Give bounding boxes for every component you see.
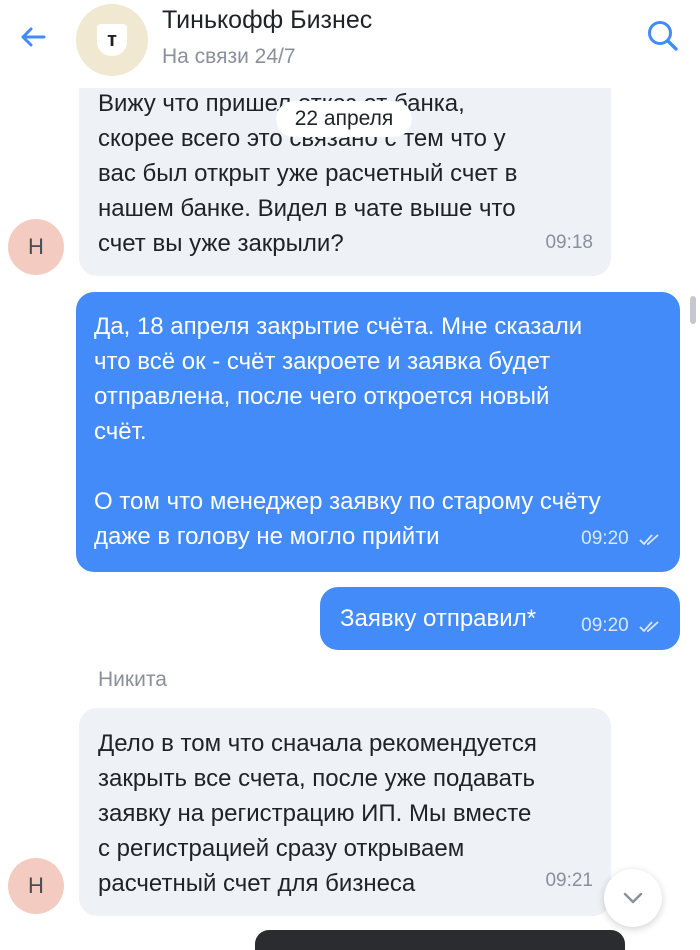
- message-time: 09:21: [545, 870, 593, 891]
- message-text-line: нашем банке. Видел в чате выше что: [98, 195, 516, 222]
- partial-message-bubble: [255, 930, 625, 950]
- double-check-icon: [639, 621, 659, 633]
- message-text-line: Да, 18 апреля закрытие счёта. Мне сказал…: [94, 313, 583, 340]
- message-bubble-outgoing[interactable]: Да, 18 апреля закрытие счёта. Мне сказал…: [76, 292, 680, 572]
- message-time-with-status: 09:20: [581, 608, 662, 643]
- chat-status: На связи 24/7: [162, 45, 296, 68]
- logo-letter: т: [107, 28, 117, 51]
- message-text-line: что всё ок - счёт закроете и заявка буде…: [94, 348, 551, 375]
- arrow-left-icon: [21, 27, 46, 47]
- message-bubble-incoming[interactable]: Дело в том что сначала рекомендуется зак…: [79, 708, 611, 916]
- search-button[interactable]: [645, 18, 681, 54]
- sender-name: Никита: [98, 668, 167, 691]
- bank-logo-icon: т: [97, 24, 127, 56]
- search-icon: [648, 21, 678, 51]
- message-text-line: счёт.: [94, 418, 147, 445]
- message-text-line: с регистрацией сразу открываем: [98, 835, 465, 862]
- message-text-line: [94, 449, 662, 484]
- message-text-line: О том что менеджер заявку по старому счё…: [94, 488, 601, 515]
- message-text-line: заявку на регистрацию ИП. Мы вместе: [98, 800, 532, 827]
- message-text-line: счет вы уже закрыли?: [98, 230, 344, 257]
- message-time: 09:18: [545, 232, 593, 253]
- scrollbar-thumb[interactable]: [690, 296, 696, 324]
- back-button[interactable]: [16, 20, 50, 54]
- message-text-line: отправлена, после чего откроется новый: [94, 383, 550, 410]
- message-time: 09:20: [581, 528, 629, 549]
- message-bubble-outgoing[interactable]: Заявку отправил* 09:20: [320, 587, 680, 650]
- double-check-icon: [639, 534, 659, 546]
- avatar[interactable]: Н: [8, 858, 64, 914]
- avatar[interactable]: Н: [8, 219, 64, 275]
- chevron-down-icon: [623, 892, 643, 904]
- chat-header: т Тинькофф Бизнес На связи 24/7: [0, 0, 700, 88]
- message-list[interactable]: Вижу что пришел отказ от банка, скорее в…: [0, 0, 700, 950]
- message-time: 09:20: [581, 615, 629, 636]
- message-text-line: закрыть все счета, после уже подавать: [98, 765, 535, 792]
- message-text-line: расчетный счет для бизнеса: [98, 870, 416, 897]
- chat-avatar[interactable]: т: [76, 4, 148, 76]
- message-time-with-status: 09:20: [581, 521, 662, 556]
- date-divider: 22 апреля: [276, 101, 412, 137]
- scroll-down-button[interactable]: [604, 869, 662, 927]
- message-text-line: вас был открыт уже расчетный счет в: [98, 160, 518, 187]
- message-text-line: Дело в том что сначала рекомендуется: [98, 730, 537, 757]
- chat-title[interactable]: Тинькофф Бизнес: [162, 6, 372, 35]
- message-text-line: даже в голову не могло прийти: [94, 523, 440, 550]
